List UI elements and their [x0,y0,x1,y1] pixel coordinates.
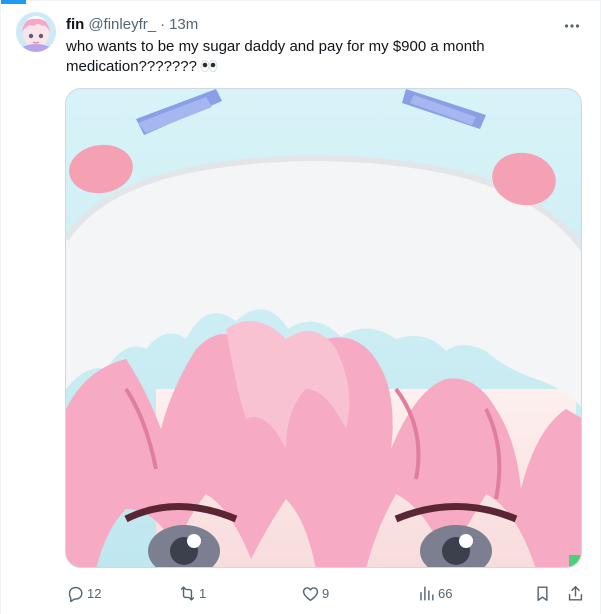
like-count: 9 [322,585,330,601]
reply-button[interactable]: 12 [60,578,101,608]
tweet[interactable]: fin @finleyfr_ · 13m who wants to be my … [0,0,601,614]
more-options-button[interactable] [558,12,586,40]
like-button[interactable]: 9 [295,578,329,608]
timestamp[interactable]: 13m [169,16,198,33]
reply-count: 12 [87,585,102,601]
bookmark-button[interactable] [527,578,557,608]
views-count: 66 [438,585,453,601]
heart-icon [295,578,325,608]
retweet-button[interactable]: 1 [172,578,206,608]
retweet-count: 1 [199,585,207,601]
tweet-text: who wants to be my sugar daddy and pay f… [66,37,576,79]
tweet-text-body: who wants to be my sugar daddy and pay f… [66,38,485,75]
views-button[interactable]: 66 [411,578,452,608]
tweet-header: fin @finleyfr_ · 13m [66,14,198,34]
anime-character-image [66,89,581,567]
analytics-icon [411,578,441,608]
more-horizontal-icon [564,24,580,28]
avatar-image [16,12,56,52]
avatar[interactable] [16,12,56,52]
bookmark-icon [527,578,557,608]
reply-icon [60,578,90,608]
share-button[interactable] [560,578,590,608]
display-name[interactable]: fin [66,16,84,33]
eyes-emoji [200,59,218,79]
tweet-media[interactable] [65,88,582,568]
user-handle[interactable]: @finleyfr_ [88,16,156,33]
tweet-actions: 12 1 9 66 [60,578,590,610]
share-icon [560,578,590,608]
separator-dot: · [160,15,166,33]
retweet-icon [172,578,202,608]
